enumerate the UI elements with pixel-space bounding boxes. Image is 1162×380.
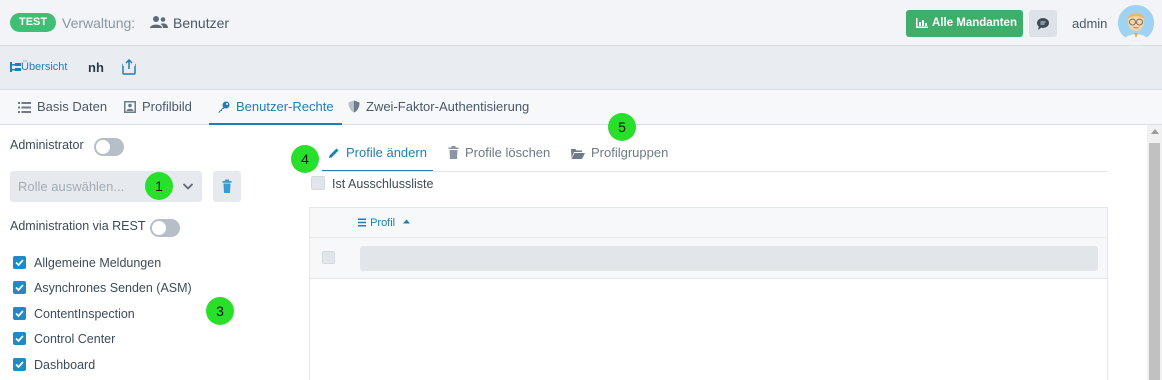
column-menu-icon [358,218,366,227]
role-select[interactable]: Rolle auswählen... [10,171,202,202]
tab-label: Profilbild [142,99,192,114]
subtab-divider [322,171,1108,172]
tree-icon [10,62,21,72]
filter-row [310,238,1107,279]
tab-label: Benutzer-Rechte [236,99,334,114]
scroll-up-arrow-icon[interactable] [1151,129,1159,134]
overview-link[interactable]: Übersicht [10,61,67,73]
permission-label: Control Center [34,332,116,346]
subtab-profile-loeschen[interactable]: Profile löschen [448,145,550,171]
check-icon [15,284,24,292]
delete-role-button[interactable] [213,171,241,202]
column-label: Profil [370,217,396,229]
trash-icon [222,179,232,193]
all-clients-button-label: Alle Mandanten [932,17,1017,29]
subtab-label: Profile ändern [346,145,427,160]
tab-label: Basis Daten [37,99,108,114]
top-bar: TEST Verwaltung: Benutzer Alle Mandanten… [0,0,1162,46]
user-name[interactable]: admin [1072,16,1107,31]
environment-badge: TEST [10,13,57,32]
annotation-marker: 4 [291,145,319,173]
key-icon [218,101,230,113]
check-icon [15,361,24,369]
list-icon [18,102,31,113]
profile-filter-input[interactable] [360,246,1098,271]
permission-label: Dashboard [34,358,96,372]
tab-basis-daten[interactable]: Basis Daten [10,90,115,125]
annotation-marker: 1 [145,172,173,200]
grid-header: Profil [310,208,1107,238]
comment-icon [1037,18,1049,30]
chevron-down-icon [182,183,194,190]
avatar[interactable] [1118,5,1154,41]
record-name: nh [88,60,104,75]
permission-checkbox[interactable] [13,256,26,269]
toolbar: Übersicht nh [0,46,1162,90]
tab-zwei-faktor[interactable]: Zwei-Faktor-Authentisierung [340,90,537,125]
users-icon [150,16,168,28]
subtab-label: Profilgruppen [591,145,669,160]
all-clients-button[interactable]: Alle Mandanten [906,10,1023,37]
permission-checkbox[interactable] [13,281,26,294]
subtab-profilgruppen[interactable]: Profilgruppen [571,145,668,171]
overview-label: Übersicht [21,61,68,73]
rest-admin-label: Administration via REST [10,219,146,233]
vertical-scrollbar[interactable] [1147,125,1162,380]
column-header-profil[interactable]: Profil [358,217,411,229]
permissions-panel: Administrator Rolle auswählen... Adminis… [0,125,300,380]
permission-label: ContentInspection [34,307,135,321]
role-select-placeholder: Rolle auswählen... [18,179,125,194]
scrollbar-thumb[interactable] [1149,143,1160,380]
shield-icon [348,100,360,113]
permission-label: Asynchrones Senden (ASM) [34,281,192,295]
app-title: Verwaltung: [62,15,136,31]
permission-checkbox[interactable] [13,332,26,345]
pencil-icon [329,148,339,158]
permission-checkbox[interactable] [13,358,26,371]
annotation-marker: 3 [206,297,234,325]
folder-open-icon [571,149,585,159]
image-icon [124,101,136,113]
permission-checkbox[interactable] [13,307,26,320]
check-icon [15,259,24,267]
tab-profilbild[interactable]: Profilbild [116,90,200,125]
exclusion-list-label: Ist Ausschlussliste [332,177,434,191]
exclusion-list-checkbox[interactable] [311,176,325,190]
annotation-marker: 5 [608,113,636,141]
page-title: Benutzer [173,15,230,31]
main-tabs: Basis Daten Profilbild Benutzer-Rechte Z… [0,90,1162,125]
user-avatar-icon [1118,5,1154,41]
permission-label: Allgemeine Meldungen [34,256,162,270]
tab-label: Zwei-Faktor-Authentisierung [366,99,530,114]
select-all-checkbox[interactable] [322,251,335,264]
profile-grid: Profil [309,207,1108,380]
rest-admin-toggle[interactable] [150,219,180,237]
sort-ascending-icon [403,219,411,224]
administrator-toggle[interactable] [94,138,124,156]
check-icon [15,310,24,318]
bar-chart-icon [916,17,928,28]
administrator-label: Administrator [10,138,84,152]
chat-button[interactable] [1029,10,1057,37]
export-icon[interactable] [121,59,137,75]
trash-icon [448,146,459,159]
subtab-label: Profile löschen [465,145,551,160]
check-icon [15,335,24,343]
tab-benutzer-rechte[interactable]: Benutzer-Rechte [209,90,342,125]
subtab-profile-aendern[interactable]: Profile ändern [322,145,433,172]
